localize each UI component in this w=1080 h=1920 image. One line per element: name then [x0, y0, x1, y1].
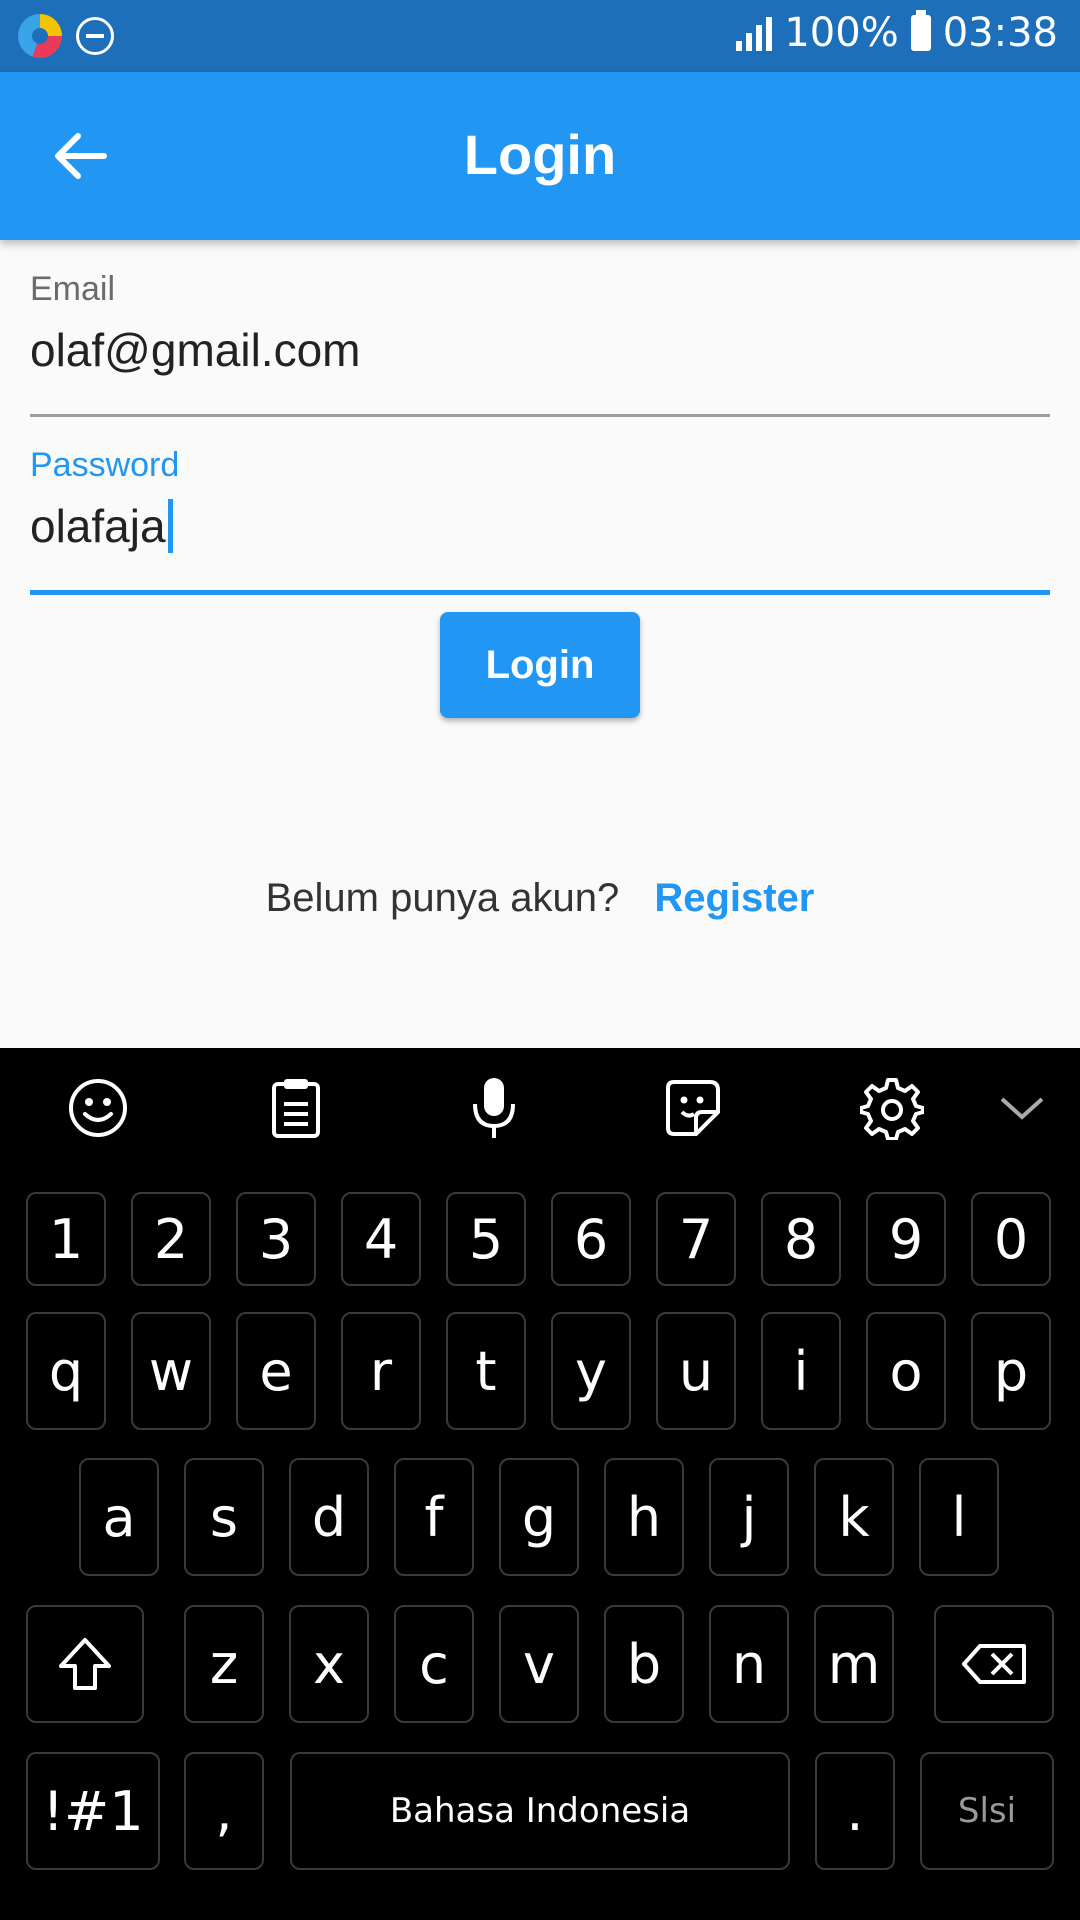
keyboard-toolbar — [0, 1048, 1080, 1166]
page-title: Login — [463, 123, 617, 186]
key-c[interactable]: c — [394, 1605, 474, 1723]
key-y[interactable]: y — [551, 1312, 631, 1430]
key-t[interactable]: t — [446, 1312, 526, 1430]
key-8[interactable]: 8 — [761, 1192, 841, 1286]
key-d[interactable]: d — [289, 1458, 369, 1576]
key-l[interactable]: l — [919, 1458, 999, 1576]
status-bar: 100% 03:38 — [0, 0, 1080, 72]
key-h[interactable]: h — [604, 1458, 684, 1576]
key-0[interactable]: 0 — [971, 1192, 1051, 1286]
key-p[interactable]: p — [971, 1312, 1051, 1430]
do-not-disturb-icon — [76, 17, 114, 55]
key-q[interactable]: q — [26, 1312, 106, 1430]
key-s[interactable]: s — [184, 1458, 264, 1576]
microphone-icon[interactable] — [458, 1074, 530, 1142]
battery-icon — [910, 10, 931, 51]
email-input[interactable]: olaf@gmail.com — [30, 323, 1050, 377]
key-5[interactable]: 5 — [446, 1192, 526, 1286]
backspace-icon — [962, 1644, 1026, 1684]
key-3[interactable]: 3 — [236, 1192, 316, 1286]
backspace-key[interactable] — [934, 1605, 1054, 1723]
login-button[interactable]: Login — [440, 612, 640, 718]
key-z[interactable]: z — [184, 1605, 264, 1723]
key-a[interactable]: a — [79, 1458, 159, 1576]
key-g[interactable]: g — [499, 1458, 579, 1576]
key-9[interactable]: 9 — [866, 1192, 946, 1286]
space-key[interactable]: Bahasa Indonesia — [290, 1752, 790, 1870]
app-notification-icon — [18, 14, 62, 58]
status-time: 03:38 — [942, 10, 1058, 56]
email-label: Email — [30, 270, 116, 308]
password-label: Password — [30, 446, 180, 484]
key-j[interactable]: j — [709, 1458, 789, 1576]
register-prompt: Belum punya akun? — [265, 876, 620, 920]
clipboard-icon[interactable] — [260, 1074, 332, 1142]
key-1[interactable]: 1 — [26, 1192, 106, 1286]
key-i[interactable]: i — [761, 1312, 841, 1430]
emoji-icon[interactable] — [62, 1074, 134, 1142]
key-w[interactable]: w — [131, 1312, 211, 1430]
register-row: Belum punya akun? Register — [0, 876, 1080, 921]
settings-gear-icon[interactable] — [856, 1074, 928, 1142]
email-value: olaf@gmail.com — [30, 324, 361, 376]
password-field[interactable]: Password olafaja — [30, 446, 1050, 598]
signal-bars-icon — [736, 15, 773, 51]
key-k[interactable]: k — [814, 1458, 894, 1576]
key-x[interactable]: x — [289, 1605, 369, 1723]
text-caret — [167, 499, 173, 553]
password-input[interactable]: olafaja — [30, 499, 1050, 553]
key-6[interactable]: 6 — [551, 1192, 631, 1286]
period-key[interactable]: . — [815, 1752, 895, 1870]
soft-keyboard: 1234567890 qwertyuiop asdfghjkl zxcvbnm !#1… — [0, 1048, 1080, 1920]
register-link[interactable]: Register — [654, 876, 814, 920]
password-underline — [30, 590, 1050, 595]
collapse-chevron-icon[interactable] — [986, 1074, 1058, 1142]
key-4[interactable]: 4 — [341, 1192, 421, 1286]
enter-key[interactable]: Slsi — [920, 1752, 1054, 1870]
key-f[interactable]: f — [394, 1458, 474, 1576]
key-7[interactable]: 7 — [656, 1192, 736, 1286]
key-2[interactable]: 2 — [131, 1192, 211, 1286]
app-bar: Login — [0, 72, 1080, 240]
battery-percent: 100% — [784, 10, 899, 56]
key-e[interactable]: e — [236, 1312, 316, 1430]
key-u[interactable]: u — [656, 1312, 736, 1430]
key-m[interactable]: m — [814, 1605, 894, 1723]
email-underline — [30, 414, 1050, 417]
shift-key[interactable] — [26, 1605, 144, 1723]
status-right: 100% 03:38 — [736, 10, 1058, 56]
key-r[interactable]: r — [341, 1312, 421, 1430]
key-o[interactable]: o — [866, 1312, 946, 1430]
email-field[interactable]: Email olaf@gmail.com — [30, 270, 1050, 420]
password-value: olafaja — [30, 500, 166, 552]
symbols-key[interactable]: !#1 — [26, 1752, 160, 1870]
key-b[interactable]: b — [604, 1605, 684, 1723]
sticker-icon[interactable] — [656, 1074, 728, 1142]
key-v[interactable]: v — [499, 1605, 579, 1723]
comma-key[interactable]: , — [184, 1752, 264, 1870]
key-n[interactable]: n — [709, 1605, 789, 1723]
shift-arrow-icon — [59, 1638, 111, 1690]
status-left — [18, 14, 114, 58]
